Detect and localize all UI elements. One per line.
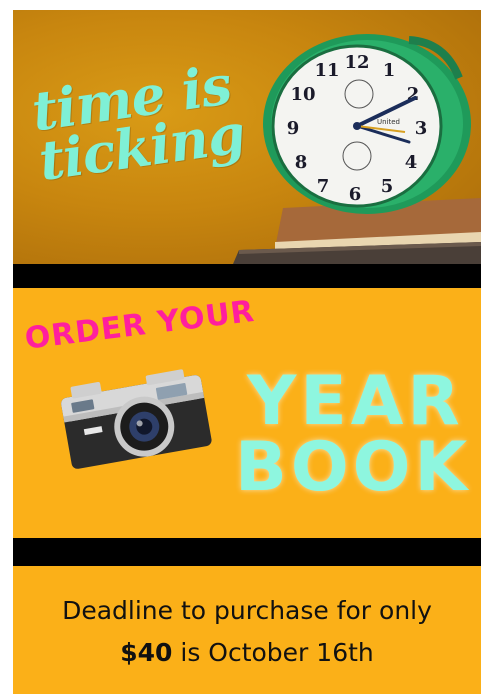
clock-number-12: 12 — [344, 52, 369, 73]
clock-number-10: 10 — [290, 84, 315, 105]
clock-number-11: 11 — [314, 60, 339, 81]
clock-number-4: 4 — [405, 152, 418, 173]
yearbook-title-line-1: YEAR — [247, 362, 464, 441]
clock-number-8: 8 — [295, 152, 308, 173]
price-value: $40 — [120, 638, 173, 667]
clock-number-6: 6 — [349, 184, 362, 205]
deadline-panel: Deadline to purchase for only $40 is Oct… — [13, 566, 481, 694]
clock-number-1: 1 — [383, 60, 396, 81]
camera-icon — [61, 369, 212, 469]
promo-panel: ORDER YOUR YEAR BOOK — [13, 288, 481, 538]
divider-band — [13, 264, 481, 288]
hero-panel: time is ticking 12 1 2 3 4 5 6 7 8 9 10 … — [13, 10, 481, 264]
yearbook-poster: time is ticking 12 1 2 3 4 5 6 7 8 9 10 … — [13, 10, 481, 694]
clock-number-7: 7 — [317, 176, 330, 197]
deadline-date-text: is October 16th — [172, 638, 374, 667]
headline: time is ticking — [28, 52, 251, 193]
order-your-label: ORDER YOUR — [23, 293, 257, 357]
deadline-text-line-2: $40 is October 16th — [13, 638, 481, 667]
deadline-text-line-1: Deadline to purchase for only — [62, 596, 432, 625]
alarm-clock-icon: 12 1 2 3 4 5 6 7 8 9 10 11 United — [263, 34, 471, 214]
yearbook-title-line-2: BOOK — [235, 428, 472, 507]
divider-band-2 — [13, 538, 481, 566]
clock-number-3: 3 — [415, 118, 428, 139]
clock-number-9: 9 — [287, 118, 300, 139]
clock-brand: United — [377, 118, 400, 126]
clock-number-5: 5 — [381, 176, 394, 197]
